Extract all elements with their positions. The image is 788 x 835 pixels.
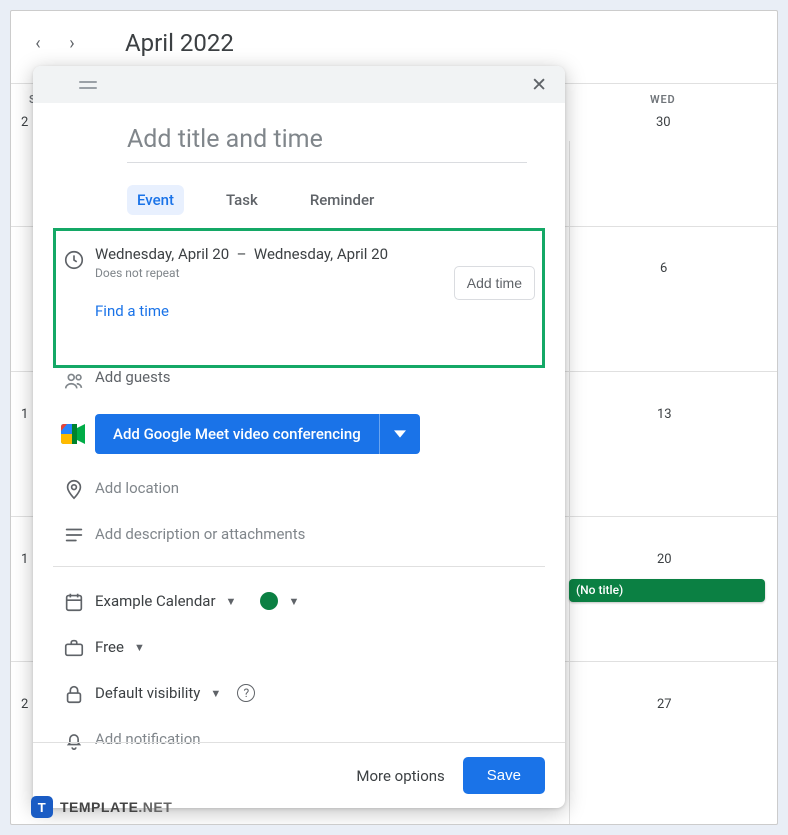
time-row: Wednesday, April 20 – Wednesday, April 2…	[53, 245, 545, 320]
divider	[53, 566, 545, 567]
prev-month-button[interactable]: ‹	[31, 33, 45, 54]
help-icon[interactable]: ?	[237, 684, 255, 702]
calendar-icon	[53, 589, 95, 613]
close-icon[interactable]: ✕	[527, 69, 551, 100]
date-end: Wednesday, April 20	[254, 245, 388, 263]
dialog-header: ✕	[33, 66, 565, 103]
add-time-button[interactable]: Add time	[454, 266, 535, 300]
guests-row[interactable]: Add guests	[53, 368, 545, 392]
watermark-text: TEMPLATE.NET	[60, 799, 172, 815]
meet-button-label: Add Google Meet video conferencing	[95, 425, 379, 443]
date-range[interactable]: Wednesday, April 20 – Wednesday, April 2…	[95, 245, 454, 263]
day-label-wed: WED	[650, 93, 675, 106]
day-cell[interactable]: 20	[657, 552, 672, 567]
save-button[interactable]: Save	[463, 757, 545, 794]
availability-row[interactable]: Free ▼	[53, 635, 545, 659]
month-title: April 2022	[125, 29, 234, 57]
event-dialog: ✕ Add title and time Event Task Reminder…	[33, 66, 565, 808]
calendar-header: ‹ › April 2022	[31, 29, 234, 57]
location-row[interactable]: Add location	[53, 476, 545, 500]
next-month-button[interactable]: ›	[65, 33, 79, 54]
availability-label: Free	[95, 638, 124, 656]
calendar-event-chip[interactable]: (No title)	[569, 579, 765, 602]
event-type-tabs: Event Task Reminder	[127, 185, 545, 215]
tab-task[interactable]: Task	[216, 185, 268, 215]
day-cell[interactable]: 27	[657, 697, 672, 712]
chevron-down-icon: ▼	[226, 595, 237, 608]
drag-handle-icon[interactable]	[79, 81, 99, 89]
date-start: Wednesday, April 20	[95, 245, 229, 263]
add-guests-label: Add guests	[95, 368, 545, 386]
find-a-time-link[interactable]: Find a time	[95, 302, 454, 320]
day-cell[interactable]: 30	[656, 115, 671, 130]
more-options-button[interactable]: More options	[356, 767, 444, 785]
day-cell[interactable]: 2	[21, 697, 28, 712]
meet-row: Add Google Meet video conferencing	[53, 414, 545, 454]
calendar-name: Example Calendar	[95, 592, 216, 610]
chevron-down-icon: ▼	[210, 687, 221, 700]
day-cell[interactable]: 1	[21, 407, 28, 422]
add-location-label: Add location	[95, 479, 545, 497]
visibility-row[interactable]: Default visibility ▼ ?	[53, 681, 545, 705]
clock-icon	[53, 245, 95, 271]
tab-reminder[interactable]: Reminder	[300, 185, 385, 215]
title-input[interactable]: Add title and time	[127, 125, 527, 163]
chevron-down-icon: ▼	[288, 595, 299, 608]
day-cell[interactable]: 13	[657, 407, 672, 422]
chevron-down-icon: ▼	[134, 641, 145, 654]
add-meet-button[interactable]: Add Google Meet video conferencing	[95, 414, 420, 454]
repeat-text: Does not repeat	[95, 266, 454, 280]
description-icon	[53, 522, 95, 546]
calendar-color-dot[interactable]	[260, 592, 278, 610]
description-row[interactable]: Add description or attachments	[53, 522, 545, 546]
meet-dropdown-caret[interactable]	[379, 414, 420, 454]
day-cell[interactable]: 2	[21, 115, 28, 130]
visibility-label: Default visibility	[95, 684, 200, 702]
app-frame: ‹ › April 2022 S WED 2 30 6 1 13 1 20 2 …	[10, 10, 778, 825]
people-icon	[53, 368, 95, 392]
lock-icon	[53, 681, 95, 705]
watermark: T TEMPLATE.NET	[31, 796, 172, 818]
calendar-selector-row[interactable]: Example Calendar ▼ ▼	[53, 589, 545, 613]
add-description-label: Add description or attachments	[95, 525, 545, 543]
location-icon	[53, 476, 95, 500]
briefcase-icon	[53, 635, 95, 659]
watermark-logo-icon: T	[31, 796, 53, 818]
day-cell[interactable]: 1	[21, 552, 28, 567]
google-meet-icon	[53, 424, 95, 444]
day-cell[interactable]: 6	[660, 261, 667, 276]
tab-event[interactable]: Event	[127, 185, 184, 215]
